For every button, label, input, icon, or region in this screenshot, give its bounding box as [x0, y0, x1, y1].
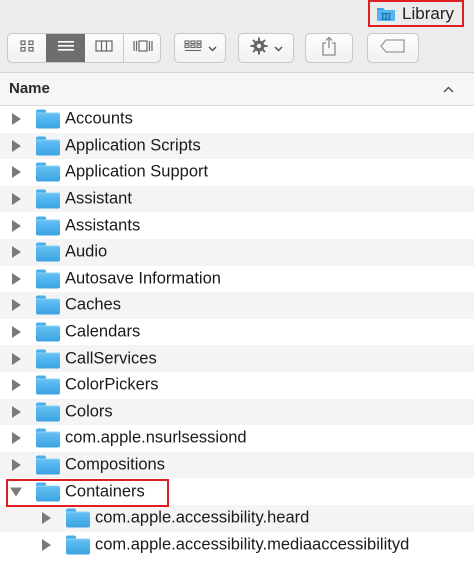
icon-view-button[interactable]	[8, 34, 46, 62]
list-column-header[interactable]: Name	[0, 73, 474, 106]
disclosure-triangle-icon[interactable]	[12, 272, 21, 285]
arrange-icon	[183, 39, 202, 57]
list-item-label: Compositions	[65, 455, 165, 474]
folder-icon	[36, 322, 60, 342]
disclosure-triangle-icon[interactable]	[42, 512, 51, 525]
list-item[interactable]: Compositions	[0, 451, 474, 479]
view-mode-segmented-control	[7, 33, 161, 63]
gallery-view-button[interactable]	[124, 34, 162, 62]
library-folder-icon	[376, 6, 396, 21]
action-button[interactable]	[238, 33, 294, 63]
folder-icon	[36, 189, 60, 209]
tag-button[interactable]	[367, 33, 419, 63]
disclosure-triangle-icon[interactable]	[12, 113, 21, 126]
share-button[interactable]	[305, 33, 353, 63]
window-title-highlight: Library	[368, 0, 464, 27]
toolbar	[0, 30, 474, 73]
list-item-label: Autosave Information	[65, 269, 221, 288]
disclosure-triangle-icon[interactable]	[12, 139, 21, 152]
list-item-label: Caches	[65, 295, 121, 314]
columns-icon	[95, 39, 113, 57]
list-item-label: Application Scripts	[65, 136, 201, 155]
list-item[interactable]: CallServices	[0, 345, 474, 372]
disclosure-triangle-icon[interactable]	[12, 166, 21, 179]
folder-icon	[66, 535, 90, 555]
list-item[interactable]: Assistant	[0, 185, 474, 213]
disclosure-triangle-icon[interactable]	[12, 326, 21, 339]
title-bar: Library	[0, 0, 474, 30]
list-item-label: com.apple.accessibility.heard	[95, 508, 310, 527]
grid-icon	[20, 39, 34, 57]
arrange-button[interactable]	[174, 33, 226, 63]
list-item[interactable]: Autosave Information	[0, 266, 474, 293]
disclosure-triangle-icon[interactable]	[12, 459, 21, 472]
list-item[interactable]: com.apple.accessibility.mediaaccessibili…	[0, 532, 474, 559]
folder-icon	[36, 402, 60, 422]
list-item-label: Assistant	[65, 189, 132, 208]
tag-icon	[380, 38, 406, 58]
disclosure-triangle-icon[interactable]	[12, 299, 21, 312]
coverflow-icon	[133, 39, 153, 57]
list-item-label: Audio	[65, 242, 108, 261]
list-item[interactable]: Colors	[0, 398, 474, 426]
folder-icon	[36, 428, 60, 448]
finder-window: Library Name Accounts Application Script…	[0, 0, 474, 562]
list-item-label: CallServices	[65, 349, 157, 368]
window-title: Library	[402, 3, 454, 23]
list-item[interactable]: com.apple.nsurlsessiond	[0, 425, 474, 452]
name-column-header[interactable]: Name	[9, 80, 50, 97]
list-item[interactable]: Application Support	[0, 159, 474, 186]
disclosure-triangle-icon[interactable]	[42, 538, 51, 551]
list-item-label: ColorPickers	[65, 375, 159, 394]
disclosure-triangle-icon[interactable]	[12, 219, 21, 232]
folder-icon	[36, 136, 60, 156]
list-item[interactable]: Audio	[0, 238, 474, 266]
list-item[interactable]: Caches	[0, 292, 474, 319]
list-item-label: Accounts	[65, 109, 133, 128]
list-item-label: Calendars	[65, 322, 141, 341]
list-item-label: Application Support	[65, 162, 209, 181]
chevron-down-icon	[207, 39, 217, 57]
list-item[interactable]: Assistants	[0, 212, 474, 239]
disclosure-triangle-icon[interactable]	[12, 432, 21, 445]
folder-icon	[36, 162, 60, 182]
list-icon	[57, 39, 74, 57]
containers-highlight	[6, 479, 169, 507]
share-icon	[321, 36, 337, 61]
list-item[interactable]: Application Scripts	[0, 132, 474, 160]
folder-icon	[36, 455, 60, 475]
list-item[interactable]: ColorPickers	[0, 372, 474, 399]
list-item-label: com.apple.nsurlsessiond	[65, 428, 247, 447]
list-item[interactable]: com.apple.accessibility.heard	[0, 504, 474, 532]
folder-icon	[36, 109, 60, 129]
gear-icon	[250, 37, 268, 60]
list-item[interactable]: Calendars	[0, 319, 474, 346]
folder-icon	[36, 295, 60, 315]
list-view-button[interactable]	[46, 34, 85, 62]
folder-icon	[66, 508, 90, 528]
disclosure-triangle-icon[interactable]	[12, 193, 21, 206]
folder-icon	[36, 269, 60, 289]
disclosure-triangle-icon[interactable]	[12, 379, 21, 392]
disclosure-triangle-icon[interactable]	[12, 246, 21, 259]
list-item[interactable]: Accounts	[0, 106, 474, 133]
folder-icon	[36, 216, 60, 236]
disclosure-triangle-icon[interactable]	[12, 352, 21, 365]
column-view-button[interactable]	[85, 34, 123, 62]
disclosure-triangle-icon[interactable]	[12, 405, 21, 418]
list-item-label: Colors	[65, 402, 113, 421]
list-item-label: com.apple.accessibility.mediaaccessibili…	[95, 535, 410, 554]
folder-icon	[36, 242, 60, 262]
list-item-label: Assistants	[65, 216, 141, 235]
folder-icon	[36, 375, 60, 395]
sort-ascending-icon	[443, 81, 454, 96]
chevron-down-icon	[273, 39, 283, 57]
folder-icon	[36, 349, 60, 369]
